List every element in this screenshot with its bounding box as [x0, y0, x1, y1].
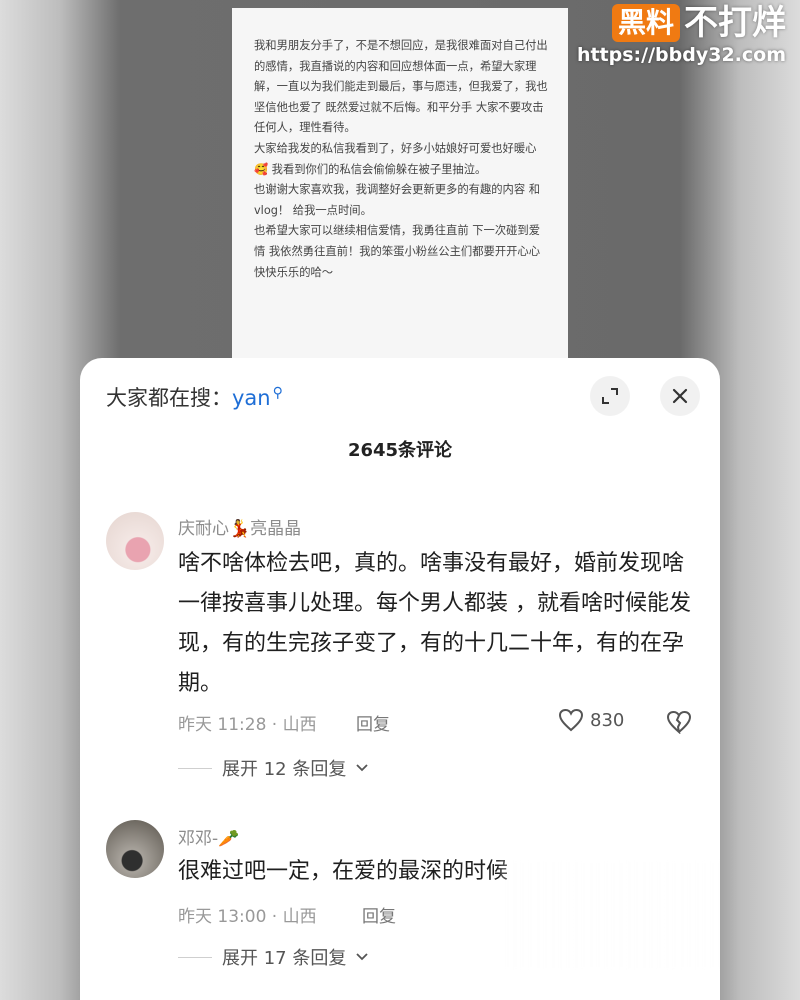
comment-meta: 昨天 11:28 · 山西 — [178, 715, 317, 735]
post-paragraph: 也希望大家可以继续相信爱情，我勇往直前 下一次碰到爱情 我依然勇往直前！我的笨蛋… — [254, 224, 541, 279]
search-keyword[interactable]: yan — [232, 386, 271, 410]
avatar[interactable] — [106, 820, 164, 878]
post-paragraph: 大家给我发的私信我看到了，好多小姑娘好可爱也好暖心 🥰 我看到你们的私信会偷偷躲… — [254, 141, 537, 176]
watermark-url: https://bbdy32.com — [576, 44, 786, 66]
comment-sheet: 大家都在搜：yan ⚲ 2645条评论 庆耐心💃亮晶晶 啥不啥体检去吧，真的。啥事… — [80, 358, 720, 1000]
close-icon — [672, 388, 688, 404]
broken-heart-icon[interactable] — [666, 710, 692, 734]
comment-text: 啥不啥体检去吧，真的。啥事没有最好，婚前发现啥一律按喜事儿处理。每个男人都装 ，… — [178, 551, 691, 696]
expand-replies[interactable]: 展开 17 条回复 — [178, 944, 368, 970]
search-prefix: 大家都在搜： — [106, 386, 232, 410]
comment-meta: 昨天 13:00 · 山西 — [178, 907, 317, 927]
search-suggestion[interactable]: 大家都在搜：yan ⚲ — [106, 382, 283, 412]
sheet-header: 大家都在搜：yan ⚲ 2645条评论 — [80, 358, 720, 461]
search-icon: ⚲ — [272, 385, 283, 401]
like-count: 830 — [590, 709, 625, 731]
post-screenshot: 我和男朋友分手了，不是不想回应，是我很难面对自己付出的感情，我直播说的内容和回应… — [232, 8, 568, 368]
comment-count: 2645条评论 — [347, 440, 453, 461]
watermark-badge: 黑料 — [611, 4, 680, 42]
divider — [178, 767, 212, 769]
reply-button[interactable]: 回复 — [362, 902, 396, 927]
expand-replies-label: 展开 17 条回复 — [222, 948, 347, 969]
divider — [178, 956, 212, 958]
watermark-text: 不打烊 — [684, 3, 786, 43]
post-paragraph: 也谢谢大家喜欢我，我调整好会更新更多的有趣的内容 和vlog！ 给我一点时间。 — [254, 183, 541, 217]
chevron-down-icon — [356, 953, 368, 961]
expand-replies-label: 展开 12 条回复 — [222, 759, 347, 780]
comment-username[interactable]: 庆耐心💃亮晶晶 — [178, 514, 301, 539]
close-button[interactable] — [660, 376, 700, 416]
post-paragraph: 我和男朋友分手了，不是不想回应，是我很难面对自己付出的感情，我直播说的内容和回应… — [254, 39, 548, 135]
expand-icon — [602, 388, 618, 404]
comment-username[interactable]: 邓邓-🥕 — [178, 824, 239, 849]
watermark: 黑料 不打烊 https://bbdy32.com — [577, 4, 786, 66]
expand-replies[interactable]: 展开 12 条回复 — [178, 755, 368, 781]
expand-button[interactable] — [590, 376, 630, 416]
heart-icon — [558, 708, 584, 732]
avatar[interactable] — [106, 512, 164, 570]
reply-button[interactable]: 回复 — [356, 710, 390, 735]
like-button[interactable]: 830 — [558, 708, 624, 732]
blurred-region — [500, 860, 720, 970]
chevron-down-icon — [356, 764, 368, 772]
